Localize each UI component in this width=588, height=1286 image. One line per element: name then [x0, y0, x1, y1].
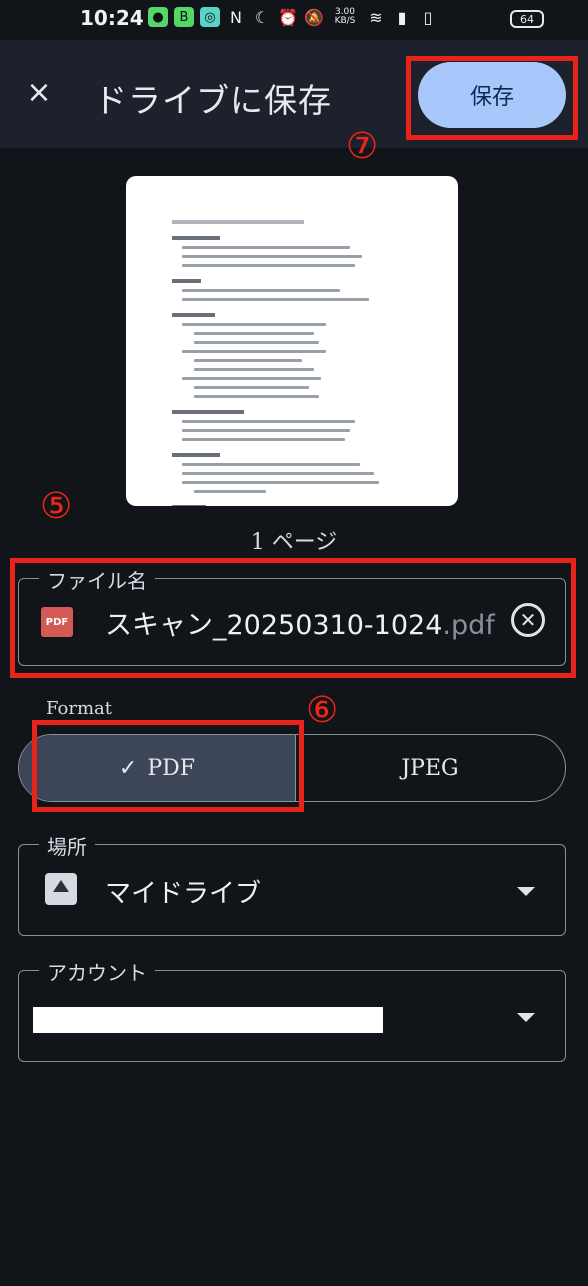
account-value-redacted — [33, 1007, 383, 1033]
wifi-icon: ≋ — [369, 7, 383, 27]
location-select[interactable]: 場所 マイドライブ — [18, 831, 566, 936]
signal-icon: ▮ — [397, 7, 407, 27]
format-option-jpeg-label: JPEG — [401, 755, 459, 781]
chevron-down-icon[interactable] — [517, 887, 535, 896]
battery-indicator: 64 — [510, 10, 544, 28]
chat-app-icon: ◎ — [200, 7, 220, 27]
chevron-down-icon[interactable] — [517, 1013, 535, 1022]
alarm-icon: ⏰ — [278, 7, 298, 27]
page-count: 1 ページ — [250, 530, 338, 555]
close-icon[interactable]: × — [22, 76, 56, 110]
status-bar: 10:24 ● B ◎ N ☾ ⏰ 🔕 3.00 KB/S ≋ ▮ ▯ 64 — [0, 0, 588, 40]
annotation-marker-5: ⑤ — [40, 486, 73, 527]
nfc-icon: N — [230, 7, 242, 27]
document-preview[interactable] — [126, 176, 458, 506]
mute-icon: 🔕 — [304, 7, 324, 27]
net-speed: 3.00 KB/S — [330, 8, 360, 26]
location-label: 場所 — [39, 831, 95, 860]
document-thumbnail — [172, 220, 412, 506]
annotation-box-pdf — [32, 720, 304, 812]
annotation-marker-6: ⑥ — [306, 690, 339, 731]
account-select[interactable]: アカウント — [18, 957, 566, 1062]
signal-2-icon: ▯ — [423, 7, 433, 27]
moon-icon: ☾ — [254, 7, 270, 27]
notification-app-icon: B — [174, 7, 194, 27]
annotation-box-save — [406, 56, 578, 140]
status-time: 10:24 — [80, 6, 144, 30]
annotation-box-file-name — [10, 558, 576, 678]
annotation-marker-7: ⑦ — [346, 126, 379, 167]
format-option-jpeg[interactable]: JPEG — [295, 735, 565, 801]
status-icons: ● B ◎ N ☾ ⏰ 🔕 3.00 KB/S ≋ ▮ ▯ — [148, 7, 438, 27]
format-label: Format — [46, 698, 112, 719]
drive-icon — [45, 873, 77, 905]
line-app-icon: ● — [148, 7, 168, 27]
account-label: アカウント — [39, 957, 155, 986]
net-speed-unit: KB/S — [334, 16, 356, 26]
location-value: マイドライブ — [105, 879, 262, 909]
page-title: ドライブに保存 — [94, 81, 332, 120]
